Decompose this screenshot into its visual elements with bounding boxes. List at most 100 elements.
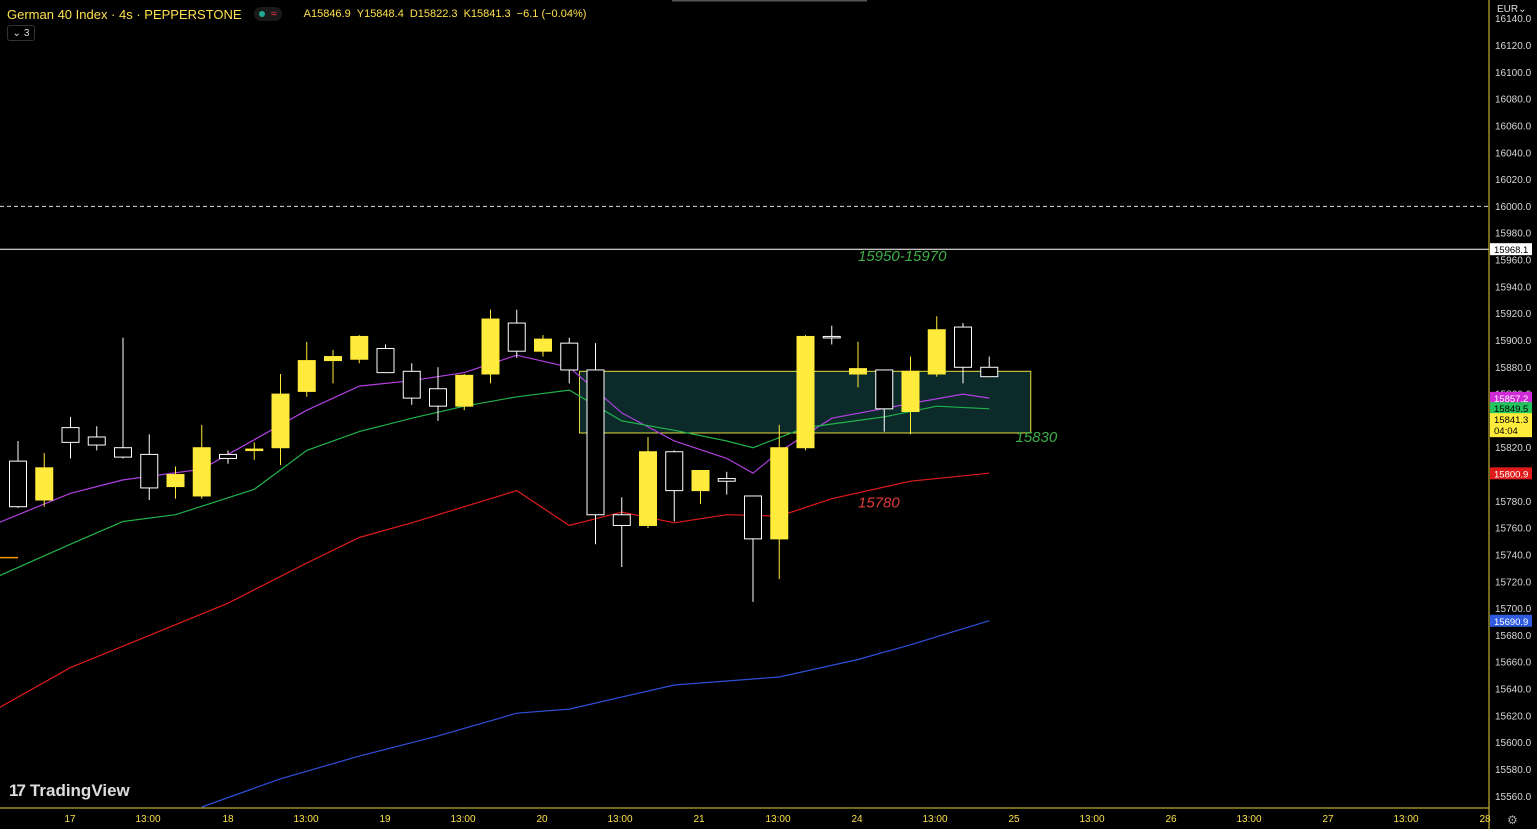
annotation-label: 15780	[858, 495, 900, 512]
price-tick-label: 15760.0	[1495, 524, 1532, 535]
ohlc-high: Y15848.4	[356, 8, 404, 20]
indicators-toggle[interactable]: ⌄ 3	[7, 25, 35, 41]
ohlc-low: D15822.3	[409, 8, 458, 20]
candle-body	[9, 460, 27, 508]
chevron-down-icon: ⌄	[12, 27, 21, 39]
time-tick-label: 24	[851, 814, 863, 825]
time-tick-label: 25	[1008, 814, 1020, 825]
price-tick-label: 16060.0	[1495, 121, 1532, 132]
price-badge-text: 15690.9	[1494, 617, 1528, 628]
candle-body	[717, 478, 736, 482]
candle-body	[927, 329, 946, 375]
price-badge-text: 15800.9	[1494, 469, 1528, 480]
candle-body	[954, 326, 972, 368]
candle-body	[639, 451, 657, 526]
candle-body	[691, 470, 710, 492]
tv-logo-text: TradingView	[29, 781, 130, 800]
time-tick-label: 21	[693, 814, 705, 825]
candle-body	[87, 436, 106, 446]
price-tick-label: 16000.0	[1495, 202, 1532, 213]
candle-body	[901, 370, 920, 413]
price-tick-label: 15740.0	[1495, 550, 1532, 561]
candle-body	[429, 388, 447, 407]
candle-body	[612, 514, 631, 526]
price-tick-label: 15660.0	[1495, 658, 1532, 669]
candle-body	[796, 335, 815, 449]
settings-gear-icon[interactable]: ⚙	[1507, 813, 1518, 827]
candle-body	[192, 447, 211, 497]
time-tick-label: 28	[1479, 814, 1491, 825]
currency-selector[interactable]: EUR⌄	[1497, 4, 1527, 15]
currency-label: EUR	[1497, 4, 1519, 15]
time-tick-label: 13:00	[922, 814, 947, 825]
candle-body	[140, 453, 159, 489]
price-tick-label: 16100.0	[1495, 68, 1532, 79]
price-tick-label: 15560.0	[1495, 792, 1532, 803]
ohlc-open: A15846.9	[303, 8, 351, 20]
candle-body	[245, 448, 264, 452]
ema-line-3	[201, 620, 990, 808]
time-tick-label: 13:00	[135, 814, 160, 825]
candle-body	[875, 369, 894, 410]
candle-body	[271, 393, 290, 449]
tradingview-logo[interactable]: 17 TradingView	[9, 781, 130, 801]
price-tick-label: 15720.0	[1495, 577, 1532, 588]
price-chart[interactable]: 15950-15970 15830 15780 16140.0 16120.0 16100…	[0, 0, 1537, 829]
candle-body	[560, 342, 579, 371]
time-tick-label: 13:00	[1079, 814, 1104, 825]
candle-body	[534, 338, 552, 352]
market-open-icon	[258, 11, 265, 17]
time-tick-label: 13:00	[293, 814, 318, 825]
time-tick-label: 13:00	[450, 814, 475, 825]
candle-body	[481, 318, 500, 375]
price-tick-label: 15940.0	[1495, 282, 1532, 293]
symbol-title[interactable]: German 40 Index · 4s · PEPPERSTONE	[7, 7, 242, 22]
price-tick-label: 16080.0	[1495, 95, 1532, 106]
candle-body	[402, 370, 421, 399]
ohlc-change: −6.1 (−0.04%)	[516, 8, 587, 20]
candle-body	[770, 447, 789, 540]
price-tick-label: 16140.0	[1495, 14, 1532, 25]
candle-body	[350, 335, 369, 360]
time-tick-label: 18	[222, 814, 234, 825]
price-tick-label: 15900.0	[1495, 336, 1532, 347]
candle-body	[507, 322, 526, 352]
time-tick-label: 13:00	[1236, 814, 1261, 825]
price-tick-label: 15780.0	[1495, 497, 1532, 508]
price-tick-label: 15820.0	[1495, 443, 1532, 454]
price-tick-label: 15980.0	[1495, 229, 1532, 240]
candle-body	[376, 348, 395, 374]
indicator-count: 3	[23, 27, 30, 39]
candle-body	[166, 474, 185, 488]
price-tick-label: 15620.0	[1495, 711, 1532, 722]
price-tick-label: 15920.0	[1495, 309, 1532, 320]
tv-logo-mark: 17	[9, 781, 26, 800]
price-tick-label: 15600.0	[1495, 738, 1532, 749]
candle-body	[822, 335, 841, 339]
price-badge-text: 15968.1	[1494, 245, 1528, 256]
time-tick-label: 27	[1322, 814, 1334, 825]
market-status[interactable]: ≈	[253, 7, 282, 21]
time-tick-label: 13:00	[1393, 814, 1418, 825]
ohlc-close: K15841.3	[463, 8, 511, 20]
price-tick-label: 15580.0	[1495, 765, 1532, 776]
time-tick-label: 26	[1165, 814, 1177, 825]
countdown-text: 04:04	[1494, 426, 1518, 437]
annotation-label: 15950-15970	[858, 248, 947, 265]
candle-body	[665, 451, 684, 492]
candle-body	[61, 427, 80, 443]
time-tick-label: 19	[379, 814, 391, 825]
chevron-down-icon: ⌄	[1518, 4, 1527, 15]
time-tick-label: 13:00	[607, 814, 632, 825]
time-tick-label: 17	[64, 814, 76, 825]
candle-body	[744, 495, 762, 540]
price-tick-label: 15880.0	[1495, 363, 1532, 374]
candle-body	[980, 366, 999, 378]
price-tick-label: 16120.0	[1495, 41, 1532, 52]
price-tick-label: 15700.0	[1495, 604, 1532, 615]
wave-icon: ≈	[270, 8, 277, 20]
candle-body	[114, 447, 132, 458]
chart-legend: German 40 Index · 4s · PEPPERSTONE ≈ A15…	[7, 6, 592, 22]
price-tick-label: 15640.0	[1495, 685, 1532, 696]
candle-body	[35, 467, 54, 501]
